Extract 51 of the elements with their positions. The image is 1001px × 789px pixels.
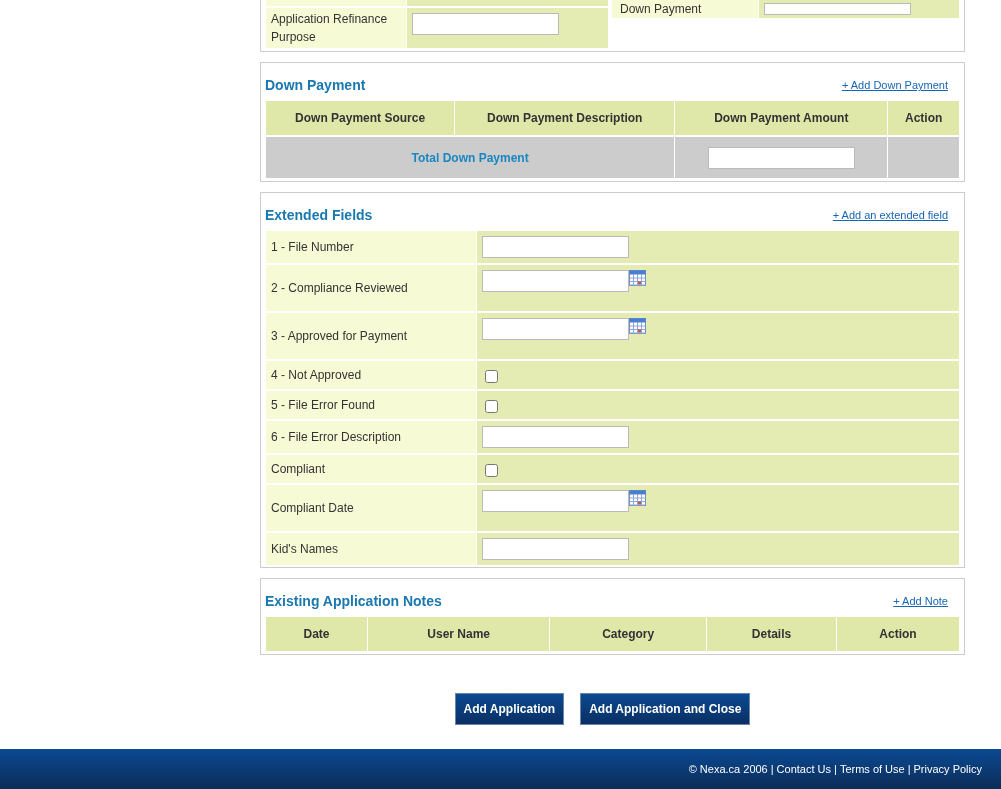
- text-input[interactable]: [482, 236, 629, 258]
- separator: |: [770, 761, 774, 777]
- field-label: Down Payment: [620, 1, 702, 16]
- field-label: 3 - Approved for Payment: [271, 329, 408, 343]
- field-label: 6 - File Error Description: [271, 430, 402, 444]
- calendar-icon[interactable]: [629, 490, 646, 506]
- column-header: Down Payment Amount: [675, 101, 888, 137]
- calendar-icon[interactable]: [629, 318, 646, 334]
- field-label: Kid's Names: [271, 542, 338, 556]
- text-input[interactable]: [482, 270, 629, 292]
- column-header: User Name: [368, 617, 550, 653]
- column-header: Down Payment Description: [455, 101, 675, 137]
- section-title: Extended Fields: [265, 206, 373, 225]
- checkbox[interactable]: [485, 400, 498, 413]
- text-input[interactable]: [707, 146, 855, 169]
- copyright-text: © Nexa.ca 2006: [688, 761, 768, 777]
- field-label: 4 - Not Approved: [271, 368, 362, 382]
- submit-button[interactable]: Add Application: [454, 693, 565, 725]
- field-label: Compliant: [271, 462, 326, 476]
- submit-button[interactable]: Add Application and Close: [580, 693, 751, 725]
- text-input[interactable]: [482, 318, 629, 340]
- field-label: Application Refinance Purpose: [271, 12, 388, 44]
- text-input[interactable]: [412, 13, 559, 35]
- field-label: 1 - File Number: [271, 240, 354, 254]
- calendar-icon[interactable]: [629, 270, 646, 286]
- field-label: Compliant Date: [271, 501, 354, 515]
- column-header: Down Payment Source: [266, 101, 455, 137]
- footer-link[interactable]: Terms of Use: [839, 760, 905, 778]
- add-link[interactable]: + Add Note: [893, 593, 948, 610]
- column-header: Details: [707, 617, 836, 653]
- section-title: Existing Application Notes: [265, 592, 442, 611]
- column-header: Action: [888, 101, 959, 137]
- text-input[interactable]: [482, 426, 629, 448]
- checkbox[interactable]: [485, 464, 498, 477]
- column-header: Action: [836, 617, 959, 653]
- column-header: Category: [550, 617, 707, 653]
- add-link[interactable]: + Add an extended field: [832, 207, 948, 224]
- separator: |: [834, 761, 837, 777]
- footer-link[interactable]: Contact Us: [776, 760, 831, 778]
- column-header: Date: [266, 617, 368, 653]
- section-title: Down Payment: [265, 76, 366, 95]
- field-label: 2 - Compliance Reviewed: [271, 281, 408, 295]
- separator: |: [907, 761, 911, 777]
- footer-link[interactable]: Privacy Policy: [913, 760, 982, 778]
- checkbox[interactable]: [485, 370, 498, 383]
- field-label: 5 - File Error Found: [271, 398, 376, 412]
- text-input[interactable]: [482, 490, 629, 512]
- add-link[interactable]: + Add Down Payment: [841, 77, 948, 94]
- text-input[interactable]: [482, 538, 629, 560]
- total-label: Total Down Payment: [266, 137, 675, 180]
- text-input[interactable]: [764, 3, 911, 15]
